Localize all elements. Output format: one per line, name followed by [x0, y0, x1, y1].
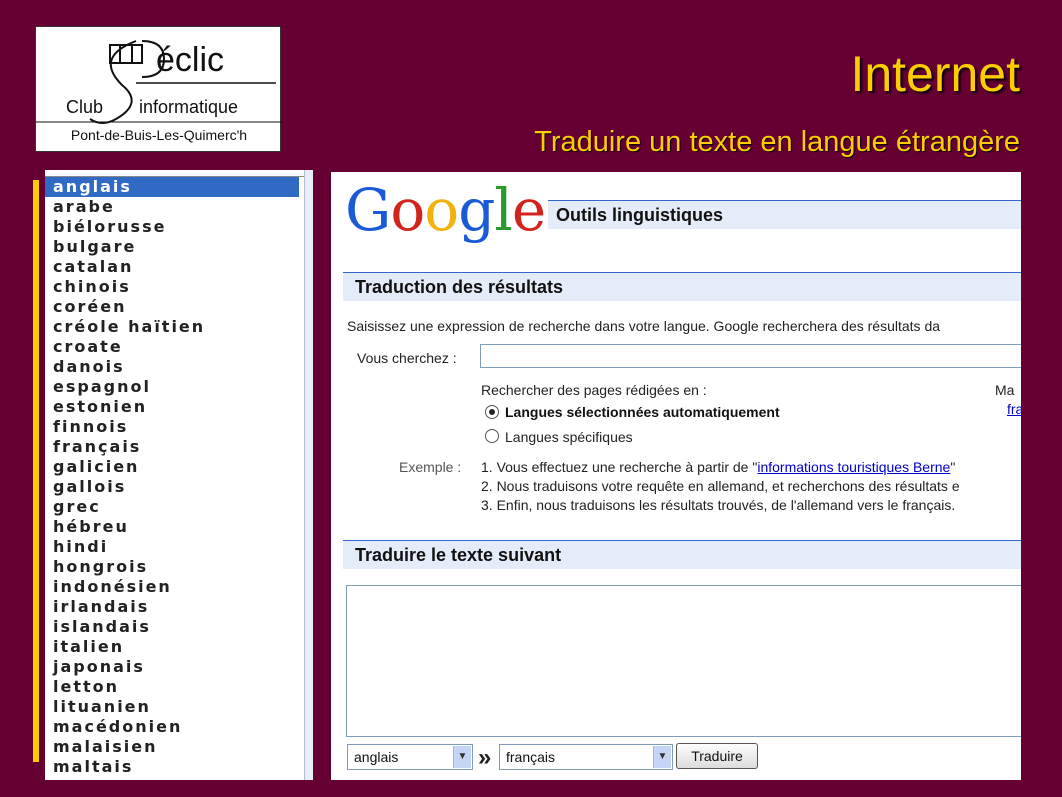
example-1-suffix: ": [950, 459, 956, 475]
logo-place-text: Pont-de-Buis-Les-Quimerc'h: [70, 127, 248, 143]
translate-textarea[interactable]: [346, 585, 1021, 737]
translate-section-header: Traduire le texte suivant: [343, 540, 1021, 569]
example-label: Exemple :: [399, 459, 462, 475]
language-option[interactable]: hindi: [45, 537, 313, 557]
source-language-select[interactable]: anglais ▼: [347, 744, 473, 770]
language-option[interactable]: coréen: [45, 297, 313, 317]
example-line-1: 1. Vous effectuez une recherche à partir…: [481, 459, 955, 475]
radio-auto-languages[interactable]: [485, 405, 499, 419]
language-option[interactable]: indonésien: [45, 577, 313, 597]
language-option[interactable]: islandais: [45, 617, 313, 637]
slide-subtitle: Traduire un texte en langue étrangère: [534, 126, 1020, 158]
language-option[interactable]: maltais: [45, 757, 313, 777]
search-label: Vous cherchez :: [357, 350, 457, 366]
language-option[interactable]: grec: [45, 497, 313, 517]
accent-bar: [33, 180, 39, 762]
language-option[interactable]: arabe: [45, 197, 313, 217]
source-language-value: anglais: [354, 749, 399, 765]
language-option[interactable]: catalan: [45, 257, 313, 277]
language-option[interactable]: anglais: [45, 177, 299, 197]
logo-club-text: Club: [66, 97, 104, 117]
google-logo-letter: o: [390, 176, 425, 244]
language-option[interactable]: lituanien: [45, 697, 313, 717]
results-section-header: Traduction des résultats: [343, 272, 1021, 301]
language-option[interactable]: biélorusse: [45, 217, 313, 237]
language-option[interactable]: croate: [45, 337, 313, 357]
search-pages-label: Rechercher des pages rédigées en :: [481, 382, 707, 398]
chevron-down-icon[interactable]: ▼: [653, 746, 671, 768]
translate-button[interactable]: Traduire: [676, 743, 758, 769]
google-logo[interactable]: Google: [345, 176, 546, 244]
language-option[interactable]: danois: [45, 357, 313, 377]
intro-text: Saisissez une expression de recherche da…: [347, 318, 941, 334]
list-scrollbar[interactable]: [304, 170, 313, 780]
language-option[interactable]: macédonien: [45, 717, 313, 737]
language-option[interactable]: espagnol: [45, 377, 313, 397]
arrow-icon: »: [478, 744, 492, 771]
google-logo-letter: G: [345, 176, 391, 244]
language-options: anglais arabe biélorusse bulgare catalan chin…: [45, 177, 313, 777]
google-logo-letter: l: [494, 176, 513, 244]
club-logo: éclic Club informatique Pont-de-Buis-Les…: [35, 26, 282, 152]
tools-title: Outils linguistiques: [548, 200, 1021, 229]
list-top-edge: [45, 170, 313, 177]
example-link[interactable]: informations touristiques Berne: [757, 459, 950, 475]
example-1-prefix: 1. Vous effectuez une recherche à partir…: [481, 459, 758, 475]
google-logo-letter: g: [458, 176, 495, 244]
slide-title: Internet: [850, 46, 1020, 102]
language-option[interactable]: galicien: [45, 457, 313, 477]
radio-specific-languages[interactable]: [485, 429, 499, 443]
logo-brand-text: éclic: [156, 41, 225, 79]
language-option[interactable]: chinois: [45, 277, 313, 297]
language-option[interactable]: estonien: [45, 397, 313, 417]
language-option[interactable]: malaisien: [45, 737, 313, 757]
radio-specific-label: Langues spécifiques: [505, 429, 633, 445]
language-option[interactable]: japonais: [45, 657, 313, 677]
radio-auto-label: Langues sélectionnées automatiquement: [505, 404, 780, 420]
chevron-down-icon[interactable]: ▼: [453, 746, 471, 768]
logo-informatique-text: informatique: [139, 97, 239, 117]
target-language-select[interactable]: français ▼: [499, 744, 673, 770]
language-option[interactable]: letton: [45, 677, 313, 697]
example-line-3: 3. Enfin, nous traduisons les résultats …: [481, 497, 956, 513]
french-link[interactable]: fra: [1007, 401, 1021, 417]
language-dropdown-list[interactable]: anglais arabe biélorusse bulgare catalan chin…: [45, 170, 313, 780]
language-option[interactable]: gallois: [45, 477, 313, 497]
language-option[interactable]: créole haïtien: [45, 317, 313, 337]
language-option[interactable]: bulgare: [45, 237, 313, 257]
ma-label: Ma: [995, 382, 1015, 398]
language-option[interactable]: hongrois: [45, 557, 313, 577]
language-option[interactable]: hébreu: [45, 517, 313, 537]
language-option[interactable]: italien: [45, 637, 313, 657]
google-logo-letter: e: [511, 176, 546, 244]
search-input[interactable]: [480, 344, 1021, 368]
google-language-tools: Google Outils linguistiques Traduction d…: [331, 172, 1021, 780]
language-option[interactable]: irlandais: [45, 597, 313, 617]
language-option[interactable]: finnois: [45, 417, 313, 437]
language-option[interactable]: français: [45, 437, 313, 457]
target-language-value: français: [506, 749, 556, 765]
google-logo-letter: o: [424, 176, 459, 244]
example-line-2: 2. Nous traduisons votre requête en alle…: [481, 478, 960, 494]
